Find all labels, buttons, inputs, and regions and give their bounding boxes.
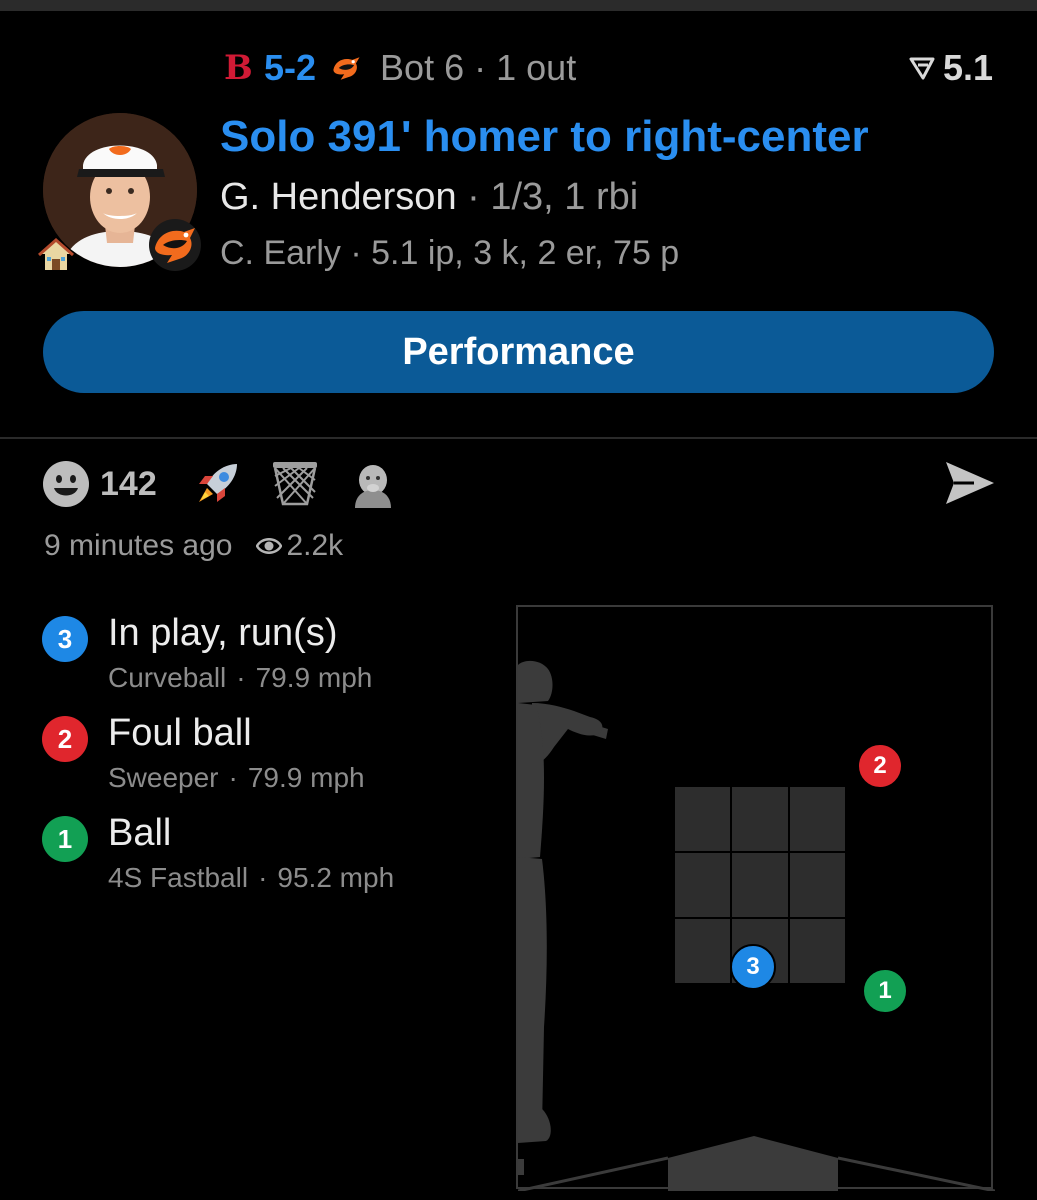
pitch-detail: Sweeper · 79.9 mph: [108, 762, 365, 793]
pitch-item[interactable]: 3 In play, run(s) Curveball · 79.9 mph: [42, 612, 482, 712]
leverage-index: 5.1: [909, 47, 993, 88]
orioles-logo-icon: [333, 57, 360, 80]
outs: 1 out: [496, 47, 577, 88]
scoreline: B 5-2 Bot 6 · 1 out: [224, 46, 576, 90]
pitch-item[interactable]: 2 Foul ball Sweeper · 79.9 mph: [42, 712, 482, 812]
leverage-icon: [909, 57, 935, 80]
pitch-detail: Curveball · 79.9 mph: [108, 662, 373, 693]
batter-stats: · 1/3, 1 rbi: [467, 176, 639, 218]
zone-cell: [675, 919, 731, 983]
eye-icon: [256, 538, 283, 554]
pitch-speed: 95.2 mph: [277, 862, 395, 893]
reactions-bar: 142: [42, 458, 425, 510]
pitch-marker-2[interactable]: 2: [857, 743, 903, 789]
share-send-icon[interactable]: [944, 460, 996, 506]
zone-cell: [732, 853, 788, 917]
pitch-number-badge: 1: [42, 816, 88, 862]
performance-button[interactable]: Performance: [43, 311, 994, 393]
zone-cell: [789, 853, 845, 917]
batter-name[interactable]: G. Henderson: [220, 176, 457, 218]
pitch-result: In play, run(s): [108, 612, 338, 654]
leverage-value: 5.1: [942, 47, 993, 88]
pitch-item[interactable]: 1 Ball 4S Fastball · 95.2 mph: [42, 812, 482, 912]
baby-emoji[interactable]: [347, 458, 399, 510]
pitch-type: Curveball: [108, 662, 227, 693]
pitch-number-badge: 3: [42, 616, 88, 662]
zone-cell: [789, 787, 845, 851]
view-count: 2.2k: [286, 529, 344, 562]
pitch-marker-1[interactable]: 1: [862, 968, 908, 1014]
play-headline[interactable]: Solo 391' homer to right-center: [220, 112, 869, 162]
pitch-sequence-list: 3 In play, run(s) Curveball · 79.9 mph 2 F…: [42, 612, 482, 912]
batter-line: G. Henderson · 1/3, 1 rbi: [220, 176, 638, 219]
pitcher-line: C. Early · 5.1 ip, 3 k, 2 er, 75 p: [220, 234, 680, 272]
smiley-reaction-icon[interactable]: [42, 460, 90, 508]
reaction-count: 142: [100, 464, 157, 503]
post-meta: 9 minutes ago 2.2k: [44, 528, 343, 564]
time-ago: 9 minutes ago: [44, 529, 233, 562]
pitch-number-badge: 2: [42, 716, 88, 762]
pitch-result: Foul ball: [108, 712, 252, 754]
rocket-emoji[interactable]: [191, 458, 243, 510]
pitch-speed: 79.9 mph: [255, 662, 373, 693]
basketball-hoop-emoji[interactable]: [269, 458, 321, 510]
strike-zone-panel: 2 3 1: [516, 605, 995, 1191]
inning-status: Bot 6 · 1 out: [380, 47, 576, 89]
inning: Bot 6: [380, 47, 465, 88]
separator-dot: ·: [474, 47, 487, 88]
home-team-icon: [38, 238, 74, 270]
pitch-type: Sweeper: [108, 762, 219, 793]
divider: [0, 437, 1037, 439]
status-strip: [0, 0, 1037, 11]
red-sox-logo: B: [224, 48, 253, 88]
pitch-detail: 4S Fastball · 95.2 mph: [108, 862, 395, 893]
score: 5-2: [264, 47, 317, 88]
zone-cell: [675, 853, 731, 917]
zone-cell: [675, 787, 731, 851]
zone-cell: [789, 919, 845, 983]
pitch-marker-3[interactable]: 3: [730, 944, 776, 990]
pitch-result: Ball: [108, 812, 172, 854]
pitch-speed: 79.9 mph: [247, 762, 365, 793]
zone-cell: [732, 787, 788, 851]
pitch-type: 4S Fastball: [108, 862, 249, 893]
orioles-badge-icon: [149, 219, 201, 271]
